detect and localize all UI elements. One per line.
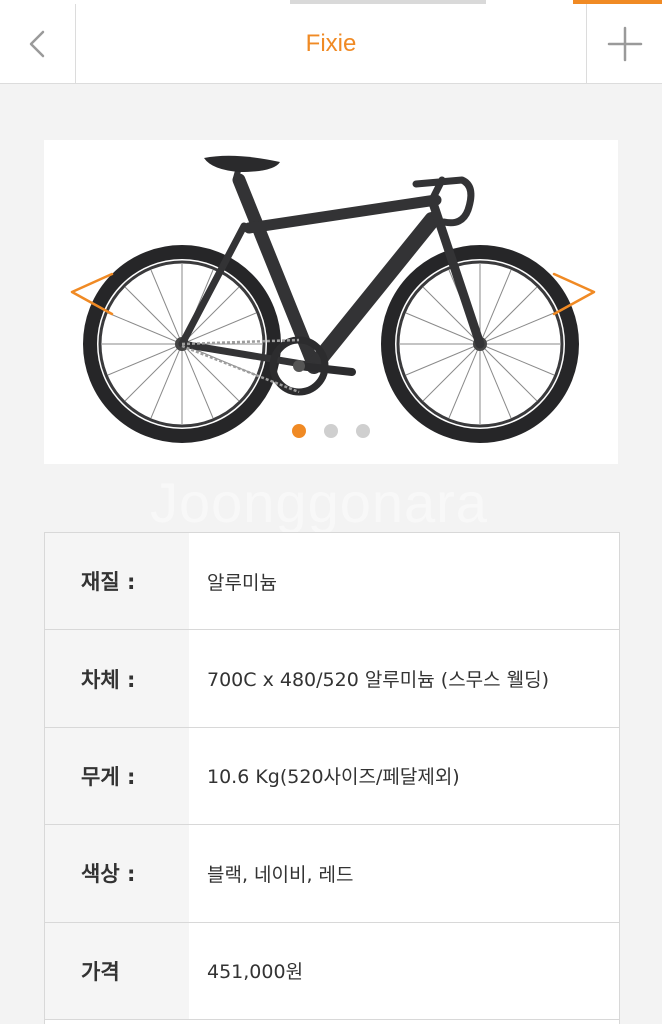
chevron-left-icon — [29, 30, 45, 58]
watermark: Joonggonara — [150, 471, 488, 534]
carousel-pagination — [44, 424, 618, 438]
app-header: Fixie — [0, 4, 662, 84]
spec-value: 10.6 Kg(520사이즈/페달제외) — [207, 766, 460, 789]
saddle — [204, 155, 280, 172]
spec-value: 700C x 480/520 알루미늄 (스무스 웰딩) — [207, 669, 550, 692]
carousel-next-icon[interactable] — [548, 268, 598, 338]
pagination-dot-active[interactable] — [292, 424, 306, 438]
plus-icon — [607, 26, 643, 62]
spec-row: 색상 : 블랙, 네이비, 레드 — [45, 825, 619, 923]
spec-label: 재질 : — [45, 533, 189, 630]
spec-row: 가격 451,000원 — [45, 922, 619, 1020]
spec-value: 블랙, 네이비, 레드 — [207, 863, 354, 886]
back-button[interactable] — [0, 4, 76, 84]
spec-row: 차체 : 700C x 480/520 알루미늄 (스무스 웰딩) — [45, 630, 619, 728]
spec-value: 알루미늄 — [207, 571, 277, 594]
spec-label: 무게 : — [45, 727, 189, 825]
spec-row: 재질 : 알루미늄 — [45, 533, 619, 631]
pagination-dot[interactable] — [356, 424, 370, 438]
add-button[interactable] — [586, 4, 662, 84]
spec-table: 재질 : 알루미늄 차체 : 700C x 480/520 알루미늄 (스무스 … — [44, 532, 620, 1024]
spec-row: 무게 : 10.6 Kg(520사이즈/페달제외) — [45, 727, 619, 826]
carousel-prev-icon[interactable] — [68, 268, 118, 338]
page-title: Fixie — [305, 30, 357, 57]
product-image-carousel[interactable] — [44, 140, 618, 464]
spec-label: 차체 : — [45, 630, 189, 727]
spec-label: 가격 — [45, 922, 189, 1019]
spec-value: 451,000원 — [207, 961, 304, 984]
spec-label: 색상 : — [45, 825, 189, 922]
pagination-dot[interactable] — [324, 424, 338, 438]
bike-image — [83, 155, 579, 443]
